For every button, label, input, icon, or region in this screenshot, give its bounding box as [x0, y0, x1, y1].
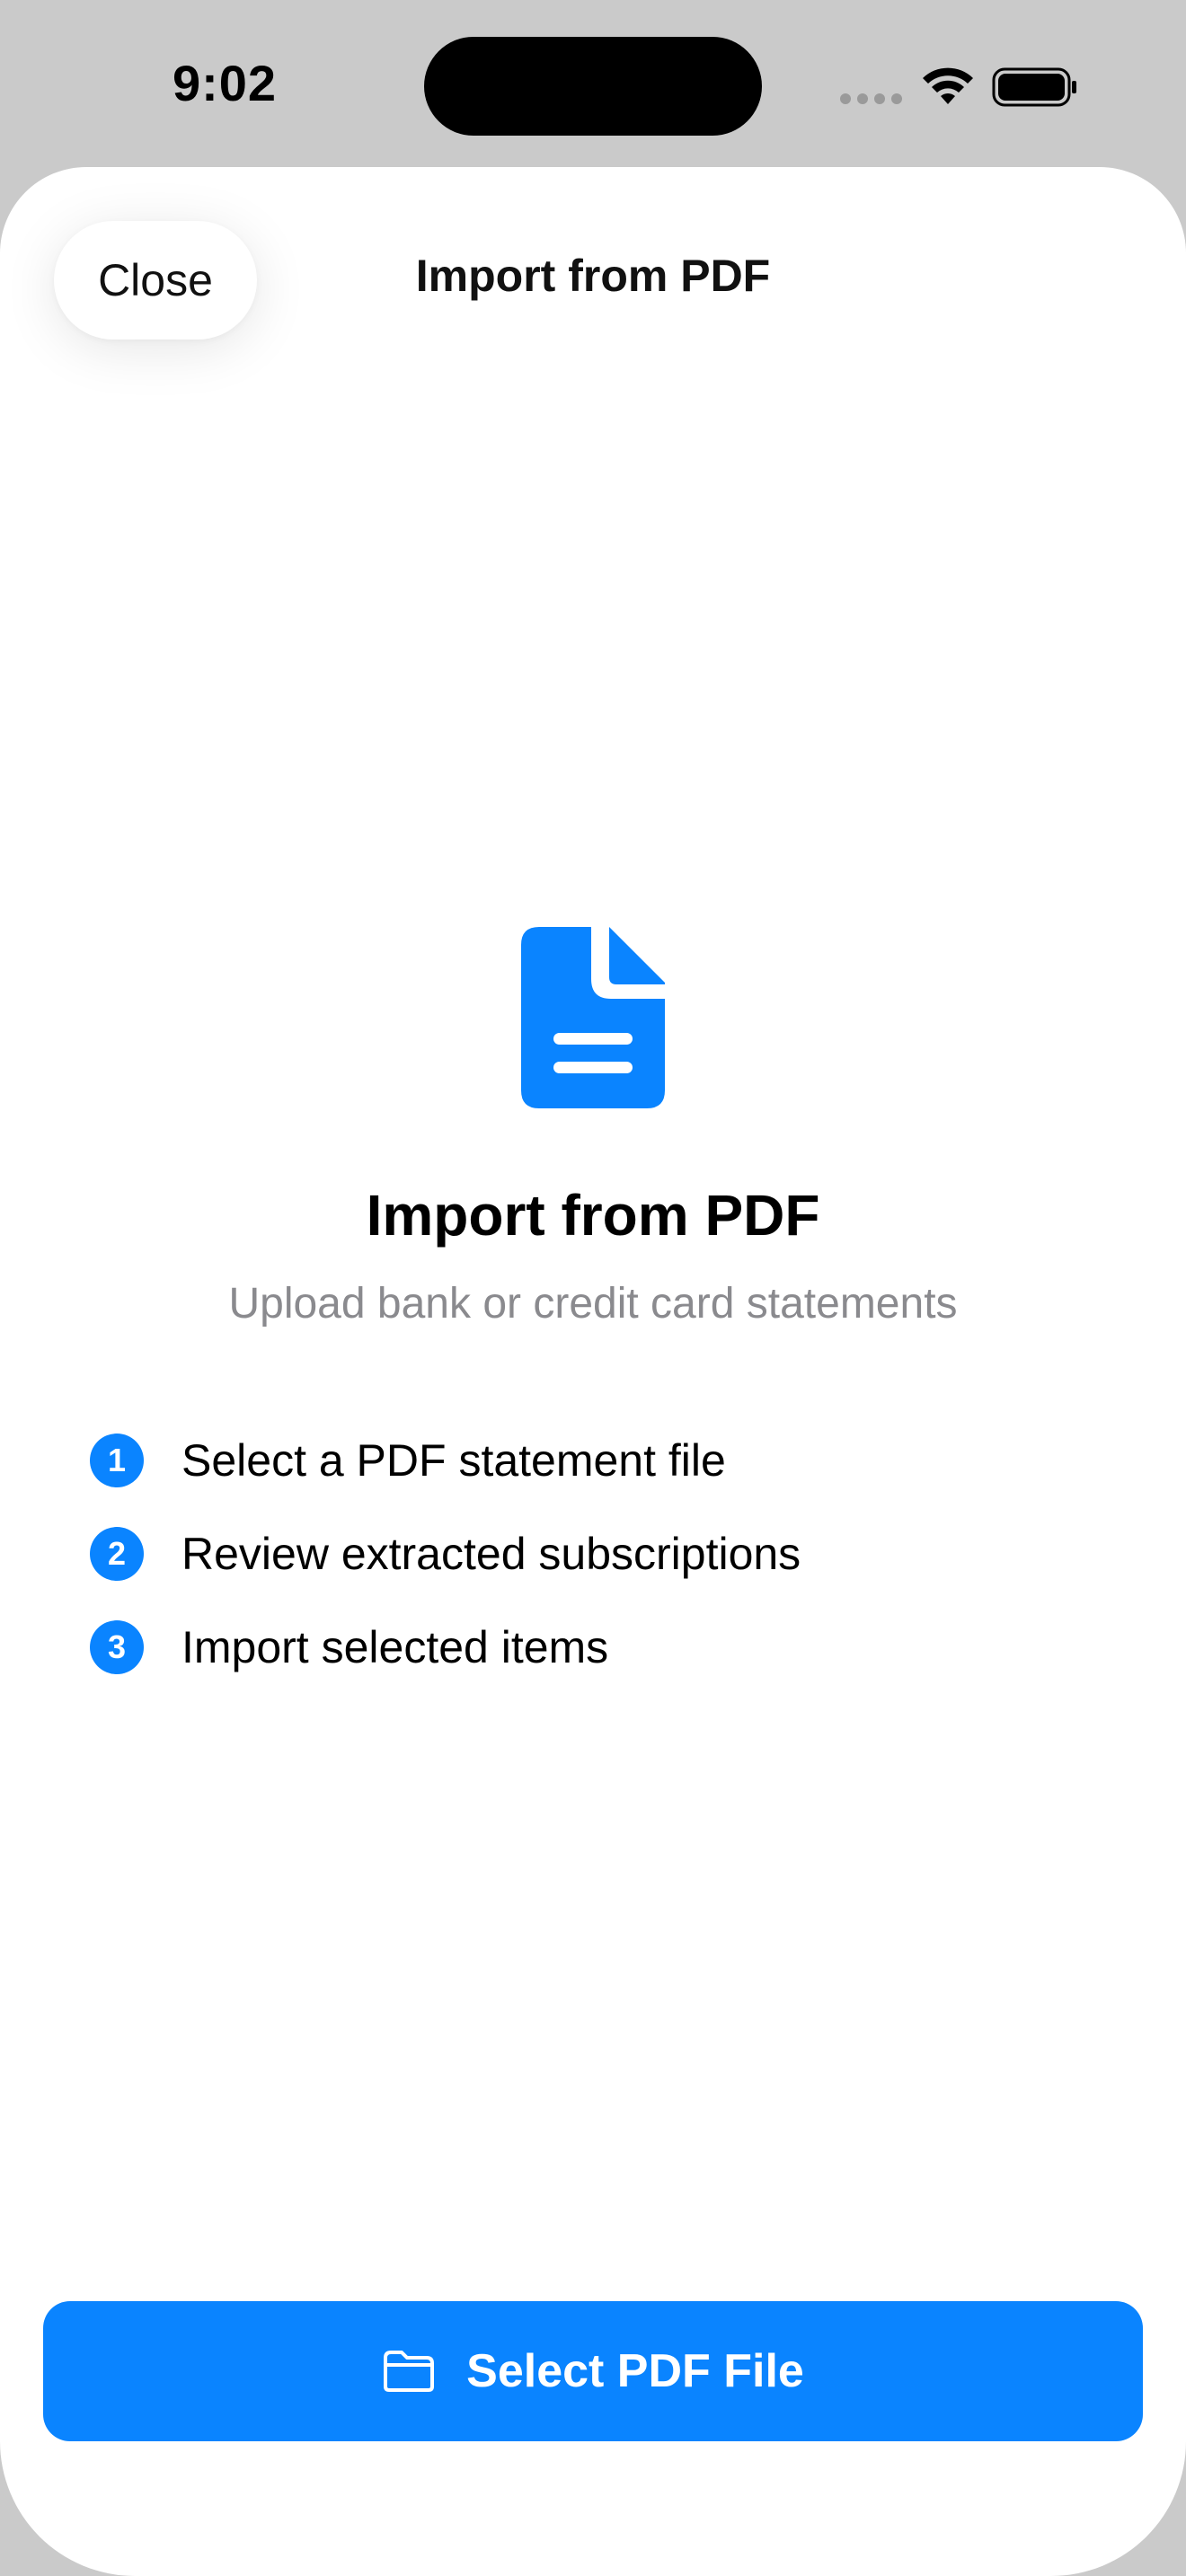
- list-item: 1 Select a PDF statement file: [90, 1432, 726, 1489]
- nav-title: Import from PDF: [415, 251, 771, 301]
- status-time: 9:02: [172, 55, 278, 111]
- step-text: Review extracted subscriptions: [181, 1529, 801, 1579]
- step-number-badge: 3: [90, 1620, 144, 1674]
- cellular-signal-icon: [840, 93, 903, 104]
- step-text: Select a PDF statement file: [181, 1435, 726, 1486]
- screen: 9:02 Close Import from PDF Import from P…: [0, 0, 1186, 2576]
- list-item: 3 Import selected items: [90, 1619, 608, 1676]
- step-text: Import selected items: [181, 1622, 609, 1672]
- dynamic-island: [424, 37, 762, 136]
- select-pdf-file-label: Select PDF File: [466, 2345, 804, 2397]
- document-icon: [521, 927, 665, 1108]
- hero-subtitle: Upload bank or credit card statements: [228, 1280, 958, 1328]
- wifi-icon: [923, 67, 973, 104]
- list-item: 2 Review extracted subscriptions: [90, 1525, 801, 1583]
- folder-icon: [384, 2351, 435, 2392]
- select-pdf-file-button[interactable]: Select PDF File: [43, 2301, 1143, 2441]
- battery-icon: [992, 67, 1076, 107]
- step-number-badge: 2: [90, 1527, 144, 1581]
- step-number-badge: 1: [90, 1434, 144, 1487]
- import-sheet: Close Import from PDF Import from PDF Up…: [0, 167, 1186, 2576]
- hero-title: Import from PDF: [366, 1183, 820, 1248]
